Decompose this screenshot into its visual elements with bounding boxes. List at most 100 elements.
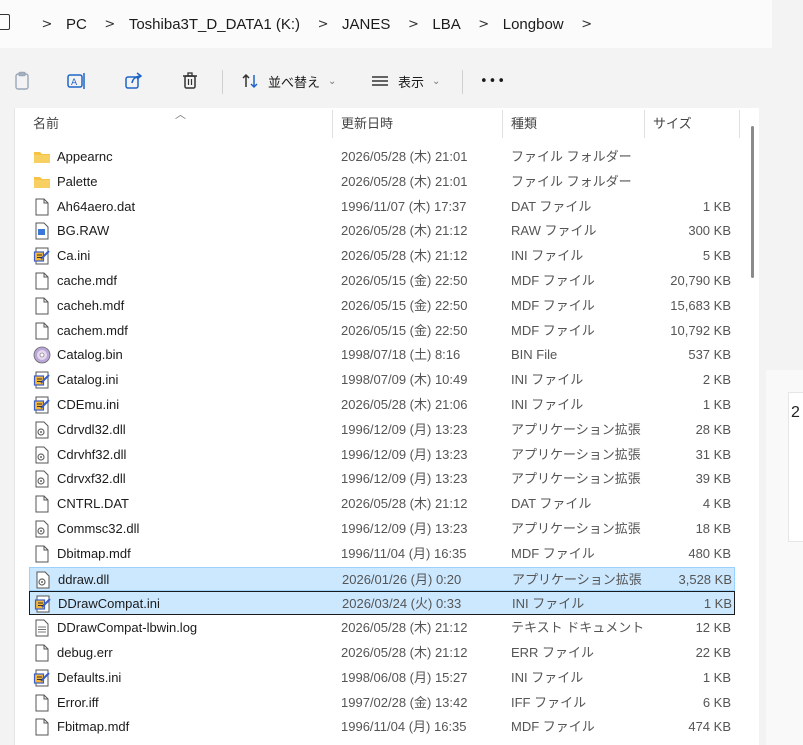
file-row[interactable]: DDrawCompat.ini 2026/03/24 (火) 0:33 INI ファ… bbox=[29, 591, 735, 616]
chevron-right-icon[interactable]: > bbox=[471, 17, 497, 32]
chevron-down-icon: ⌄ bbox=[432, 75, 441, 87]
file-date: 1996/11/04 (月) 16:35 bbox=[341, 719, 467, 735]
breadcrumb-item[interactable]: LBA bbox=[426, 16, 470, 33]
file-date: 2026/05/15 (金) 22:50 bbox=[341, 322, 468, 338]
file-row[interactable]: Catalog.bin 1998/07/18 (土) 8:16 BIN File 53… bbox=[15, 343, 735, 367]
folder-icon bbox=[33, 173, 51, 191]
ini-file-icon bbox=[33, 669, 51, 687]
chevron-down-icon: ⌄ bbox=[328, 75, 337, 87]
column-size[interactable]: サイズ bbox=[649, 108, 692, 140]
file-icon bbox=[33, 198, 51, 216]
file-row[interactable]: cachem.mdf 2026/05/15 (金) 22:50 MDF ファイル 10… bbox=[15, 319, 735, 343]
file-row[interactable]: Palette 2026/05/28 (木) 21:01 ファイル フォルダー bbox=[15, 170, 735, 194]
file-row[interactable]: Ah64aero.dat 1996/11/07 (木) 17:37 DAT ファイル… bbox=[15, 195, 735, 219]
file-row[interactable]: Dbitmap.mdf 1996/11/04 (月) 16:35 MDF ファイル 4… bbox=[15, 542, 735, 566]
address-bar[interactable]: > PC > Toshiba3T_D_DATA1 (K:) > JANES > LBA > Lon… bbox=[0, 0, 772, 48]
file-size: 537 KB bbox=[688, 347, 731, 363]
file-type: RAW ファイル bbox=[511, 223, 597, 239]
file-row[interactable]: Cdrvxf32.dll 1996/12/09 (月) 13:23 アプリケーション… bbox=[15, 467, 735, 491]
file-type: INI ファイル bbox=[511, 372, 584, 388]
file-row[interactable]: Error.iff 1997/02/28 (金) 13:42 IFF ファイル 6 K… bbox=[15, 691, 735, 715]
file-row[interactable]: Cdrvhf32.dll 1996/12/09 (月) 13:23 アプリケーション… bbox=[15, 443, 735, 467]
file-type: ERR ファイル bbox=[511, 645, 595, 660]
share-icon bbox=[125, 72, 143, 89]
more-options-button[interactable]: ••• bbox=[480, 66, 506, 96]
column-type[interactable]: 種類 bbox=[507, 108, 537, 140]
ini-file-icon bbox=[33, 371, 51, 389]
clipboard-icon bbox=[15, 71, 29, 90]
file-size: 1 KB bbox=[702, 397, 731, 412]
file-date: 1996/12/09 (月) 13:23 bbox=[341, 521, 468, 536]
file-date: 2026/05/15 (金) 22:50 bbox=[341, 297, 468, 313]
file-date: 2026/05/28 (木) 21:12 bbox=[341, 620, 468, 636]
file-size: 300 KB bbox=[688, 223, 731, 239]
file-date: 1996/11/07 (木) 17:37 bbox=[341, 198, 467, 214]
file-row[interactable]: DDrawCompat-lbwin.log 2026/05/28 (木) 21:1… bbox=[15, 616, 735, 640]
toolbar-divider bbox=[222, 70, 223, 94]
file-row[interactable]: Ca.ini 2026/05/28 (木) 21:12 INI ファイル 5 KB bbox=[15, 244, 735, 268]
file-row[interactable]: debug.err 2026/05/28 (木) 21:12 ERR ファイル 22 … bbox=[15, 641, 735, 665]
file-size bbox=[655, 170, 731, 194]
chevron-right-icon[interactable]: > bbox=[574, 17, 600, 32]
file-row[interactable]: cache.mdf 2026/05/15 (金) 22:50 MDF ファイル 20,… bbox=[15, 269, 735, 293]
file-row[interactable]: Catalog.ini 1998/07/09 (木) 10:49 INI ファイル 2… bbox=[15, 368, 735, 392]
paste-button[interactable] bbox=[12, 66, 32, 96]
file-row[interactable]: ddraw.dll 2026/01/26 (月) 0:20 アプリケーション拡張 3,… bbox=[29, 566, 735, 591]
file-size: 1 KB bbox=[702, 669, 731, 685]
file-icon bbox=[33, 644, 51, 662]
file-name: Ca.ini bbox=[57, 248, 91, 264]
chevron-right-icon[interactable]: > bbox=[34, 17, 60, 32]
column-divider[interactable] bbox=[739, 110, 740, 138]
file-icon bbox=[33, 718, 51, 736]
chevron-right-icon[interactable]: > bbox=[310, 17, 336, 32]
file-icon bbox=[33, 495, 51, 513]
file-row[interactable]: BG.RAW 2026/05/28 (木) 21:12 RAW ファイル 300 KB bbox=[15, 219, 735, 243]
sort-button[interactable]: 並べ替え ⌄ bbox=[240, 66, 336, 96]
file-icon bbox=[33, 545, 51, 563]
chevron-right-icon[interactable]: > bbox=[400, 17, 426, 32]
file-row[interactable]: Fbitmap.mdf 1996/11/04 (月) 16:35 MDF ファイル 4… bbox=[15, 715, 735, 739]
file-name: Defaults.ini bbox=[57, 669, 122, 685]
file-size: 10,792 KB bbox=[670, 322, 731, 338]
file-row[interactable]: Commsc32.dll 1996/12/09 (月) 13:23 アプリケーション… bbox=[15, 517, 735, 541]
file-date: 2026/05/28 (木) 21:12 bbox=[341, 223, 468, 239]
file-name: Commsc32.dll bbox=[57, 521, 140, 536]
rename-button[interactable]: A bbox=[66, 66, 88, 96]
file-row[interactable]: Cdrvdl32.dll 1996/12/09 (月) 13:23 アプリケーション… bbox=[15, 418, 735, 442]
file-row[interactable]: CDEmu.ini 2026/05/28 (木) 21:06 INI ファイル 1 K… bbox=[15, 393, 735, 417]
command-bar: A 並べ替え ⌄ 表示 ⌄ ••• bbox=[0, 54, 772, 108]
column-date[interactable]: 更新日時 bbox=[337, 108, 393, 140]
view-button[interactable]: 表示 ⌄ bbox=[370, 66, 440, 96]
scrollbar-thumb[interactable] bbox=[751, 126, 754, 278]
dll-file-icon bbox=[34, 571, 52, 589]
file-row[interactable]: CNTRL.DAT 2026/05/28 (木) 21:12 DAT ファイル 4 K… bbox=[15, 492, 735, 516]
file-row[interactable]: cacheh.mdf 2026/05/15 (金) 22:50 MDF ファイル 15… bbox=[15, 294, 735, 318]
file-row[interactable]: Defaults.ini 1998/06/08 (月) 15:27 INI ファイル… bbox=[15, 666, 735, 690]
delete-button[interactable] bbox=[180, 66, 200, 96]
breadcrumb-item[interactable]: Toshiba3T_D_DATA1 (K:) bbox=[123, 16, 310, 33]
file-type: アプリケーション拡張 bbox=[511, 521, 641, 536]
breadcrumb-item[interactable]: JANES bbox=[336, 16, 400, 33]
column-divider[interactable] bbox=[502, 110, 503, 138]
file-date: 2026/05/15 (金) 22:50 bbox=[341, 273, 468, 288]
file-size: 28 KB bbox=[695, 421, 731, 437]
rename-icon: A bbox=[67, 73, 85, 89]
vertical-scrollbar[interactable] bbox=[747, 118, 755, 745]
file-name: Error.iff bbox=[57, 694, 99, 710]
breadcrumb-item[interactable]: Longbow bbox=[497, 16, 574, 33]
file-name: Cdrvdl32.dll bbox=[57, 421, 126, 437]
file-icon bbox=[33, 322, 51, 340]
dll-file-icon bbox=[33, 421, 51, 439]
file-size: 6 KB bbox=[702, 694, 731, 710]
file-row[interactable]: Appearnc 2026/05/28 (木) 21:01 ファイル フォルダー bbox=[15, 145, 735, 169]
share-button[interactable] bbox=[124, 66, 144, 96]
file-date: 2026/01/26 (月) 0:20 bbox=[342, 571, 462, 587]
breadcrumb-item[interactable]: PC bbox=[60, 16, 97, 33]
file-type: MDF ファイル bbox=[511, 297, 595, 313]
chevron-right-icon[interactable]: > bbox=[97, 17, 123, 32]
column-name[interactable]: 名前 bbox=[29, 108, 59, 140]
file-size: 12 KB bbox=[695, 620, 731, 636]
column-divider[interactable] bbox=[332, 110, 333, 138]
sort-icon bbox=[242, 73, 258, 89]
column-divider[interactable] bbox=[644, 110, 645, 138]
